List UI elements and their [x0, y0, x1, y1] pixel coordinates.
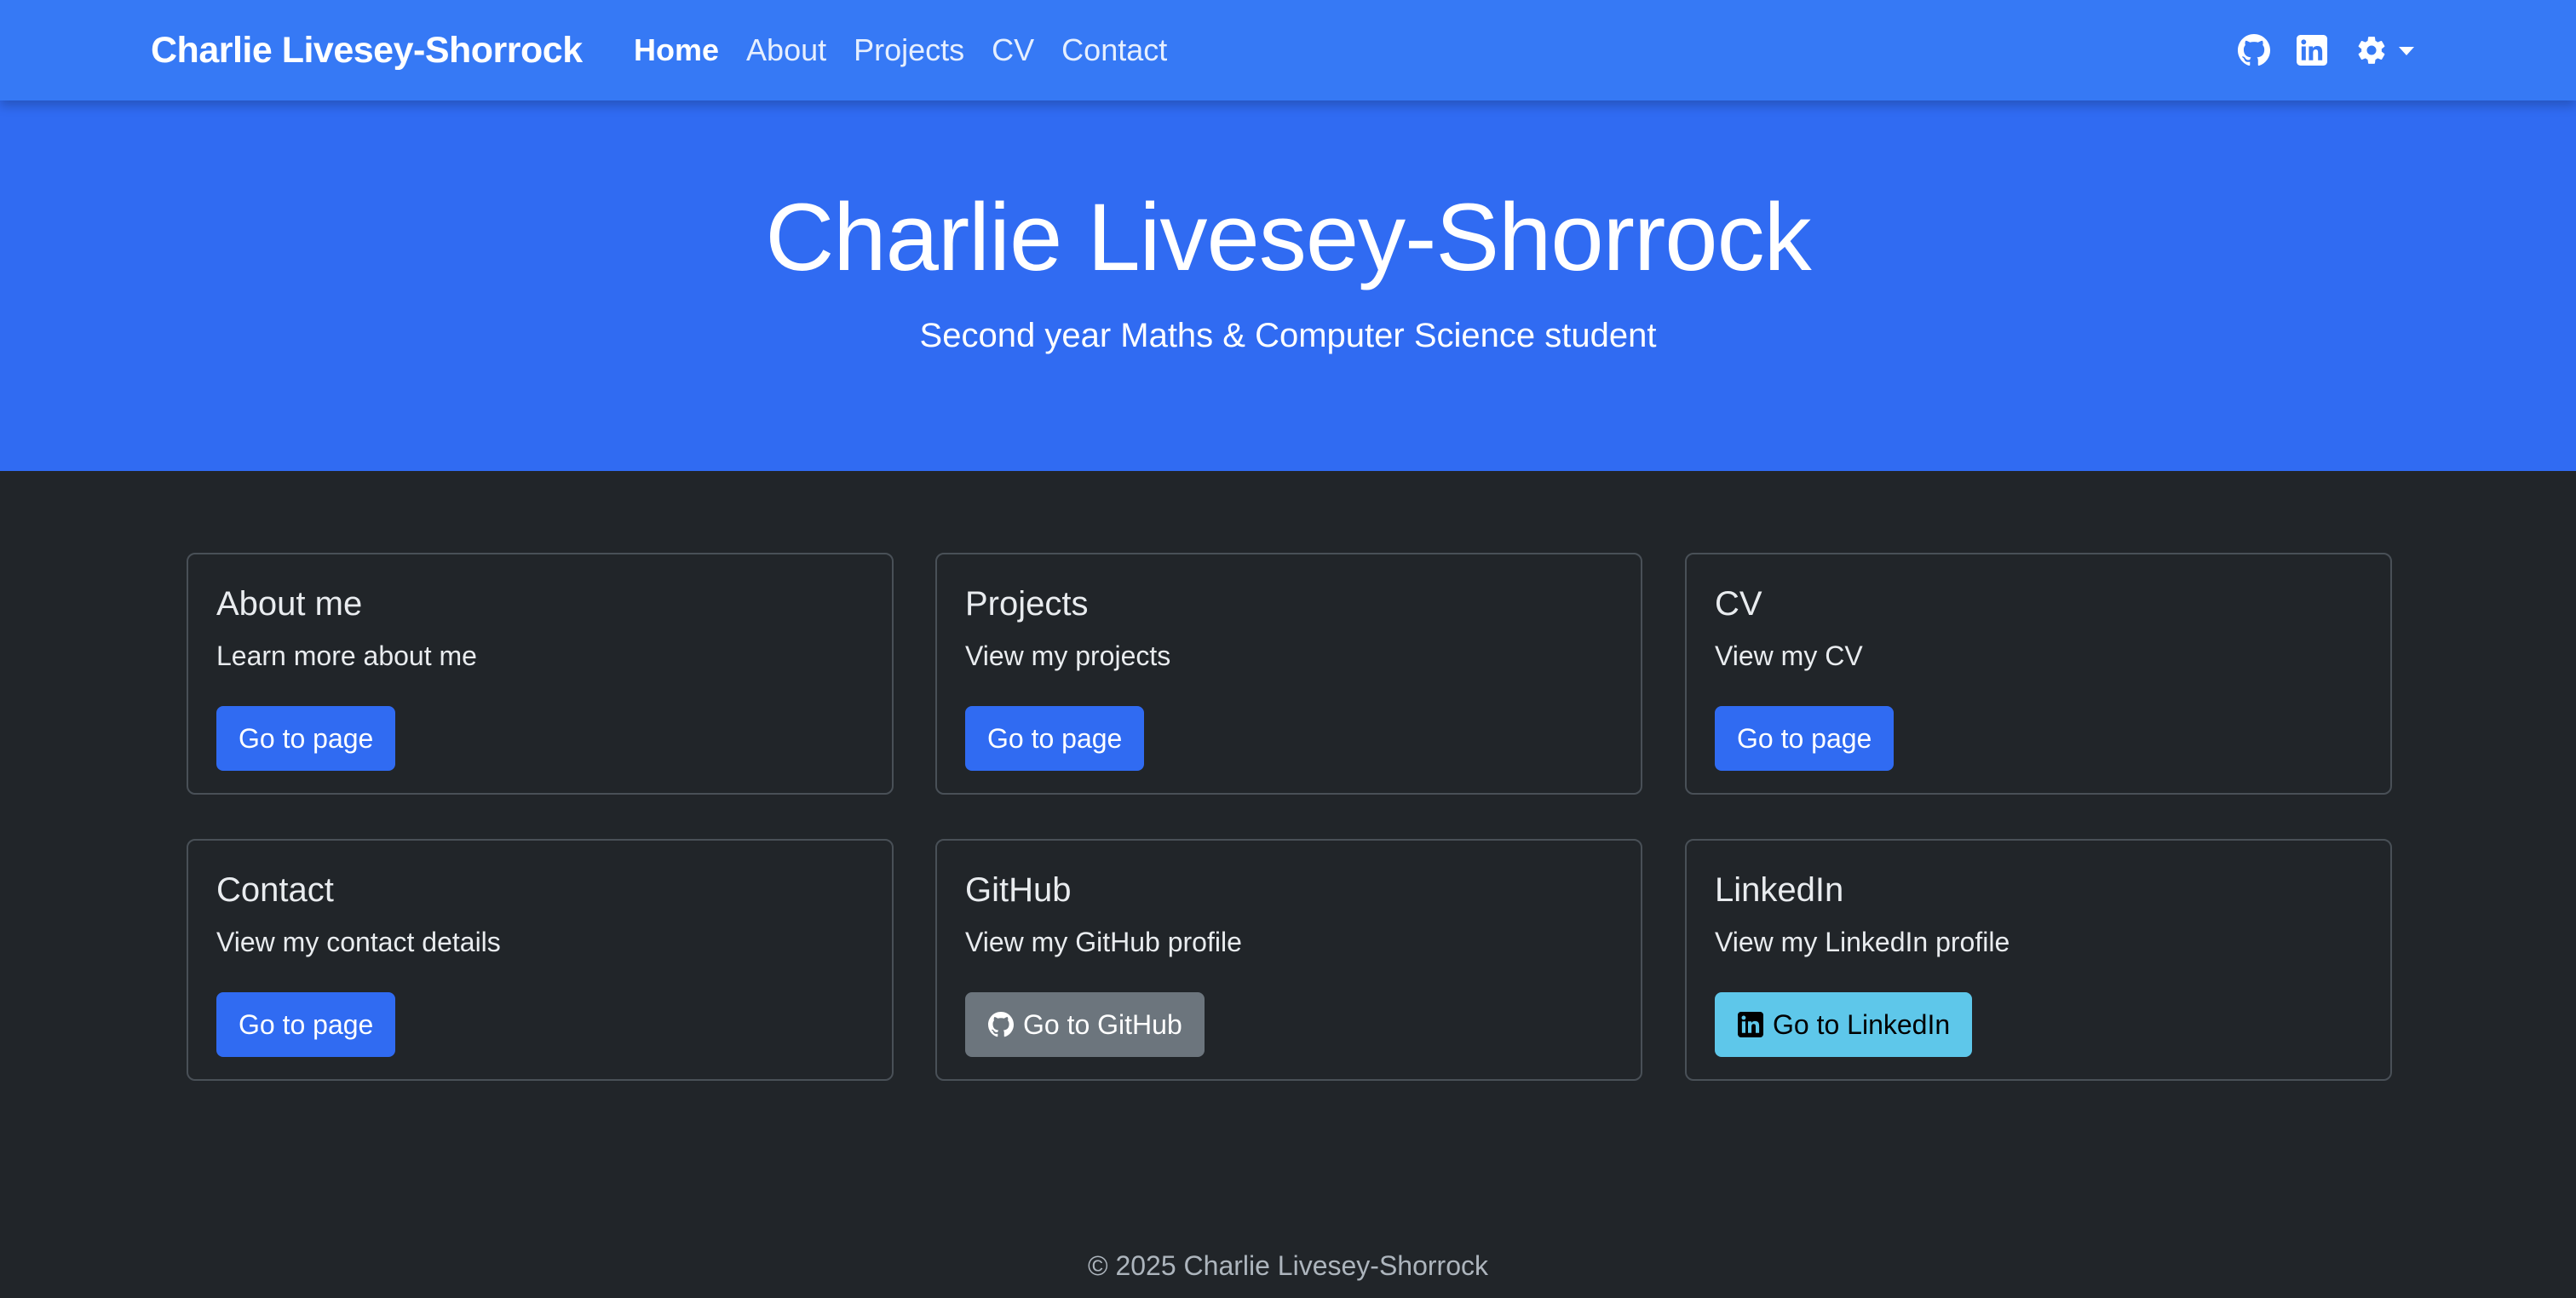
card-text: View my CV — [1715, 640, 1863, 671]
hero-title: Charlie Livesey-Shorrock — [765, 184, 1811, 290]
card-contact: Contact View my contact details Go to pa… — [187, 839, 894, 1081]
go-to-linkedin-button[interactable]: Go to LinkedIn — [1715, 992, 1973, 1057]
linkedin-icon[interactable] — [2295, 33, 2329, 67]
gear-icon[interactable] — [2355, 33, 2389, 67]
caret-down-icon[interactable] — [2399, 47, 2414, 55]
go-to-github-button[interactable]: Go to GitHub — [965, 992, 1205, 1057]
navbar-brand[interactable]: Charlie Livesey-Shorrock — [151, 0, 583, 101]
about-go-to-page-button[interactable]: Go to page — [216, 706, 396, 771]
card-text: View my contact details — [216, 927, 501, 957]
contact-go-to-page-button[interactable]: Go to page — [216, 992, 396, 1057]
card-text: View my LinkedIn profile — [1715, 927, 2010, 957]
nav-link-cv[interactable]: CV — [992, 32, 1034, 68]
card-linkedin: LinkedIn View my LinkedIn profile Go to … — [1685, 839, 2392, 1081]
button-label: Go to GitHub — [1023, 1008, 1182, 1040]
github-icon — [987, 1011, 1015, 1038]
cv-go-to-page-button[interactable]: Go to page — [1715, 706, 1895, 771]
github-icon[interactable] — [2237, 33, 2271, 67]
card-title: GitHub — [965, 871, 1072, 909]
footer-copyright: © 2025 Charlie Livesey-Shorrock — [1087, 1250, 1488, 1281]
nav-link-contact[interactable]: Contact — [1061, 32, 1167, 68]
card-title: Projects — [965, 585, 1089, 623]
card-cv: CV View my CV Go to page — [1685, 553, 2392, 795]
navbar: Charlie Livesey-Shorrock Home About Proj… — [0, 0, 2576, 101]
hero-subtitle: Second year Maths & Computer Science stu… — [919, 317, 1657, 354]
card-title: LinkedIn — [1715, 871, 1844, 909]
card-text: View my projects — [965, 640, 1171, 671]
card-text: Learn more about me — [216, 640, 477, 671]
nav-link-home[interactable]: Home — [634, 32, 719, 68]
card-title: About me — [216, 585, 363, 623]
card-title: CV — [1715, 585, 1762, 623]
nav-icons — [2213, 0, 2414, 101]
button-label: Go to LinkedIn — [1773, 1008, 1951, 1040]
card-text: View my GitHub profile — [965, 927, 1242, 957]
projects-go-to-page-button[interactable]: Go to page — [965, 706, 1145, 771]
hero-banner: Charlie Livesey-Shorrock Second year Mat… — [0, 101, 2576, 471]
card-github: GitHub View my GitHub profile Go to GitH… — [935, 839, 1642, 1081]
linkedin-icon — [1737, 1011, 1764, 1038]
nav-links: Home About Projects CV Contact — [634, 0, 1194, 101]
nav-link-projects[interactable]: Projects — [854, 32, 964, 68]
card-title: Contact — [216, 871, 334, 909]
nav-link-about[interactable]: About — [746, 32, 826, 68]
card-about-me: About me Learn more about me Go to page — [187, 553, 894, 795]
card-projects: Projects View my projects Go to page — [935, 553, 1642, 795]
